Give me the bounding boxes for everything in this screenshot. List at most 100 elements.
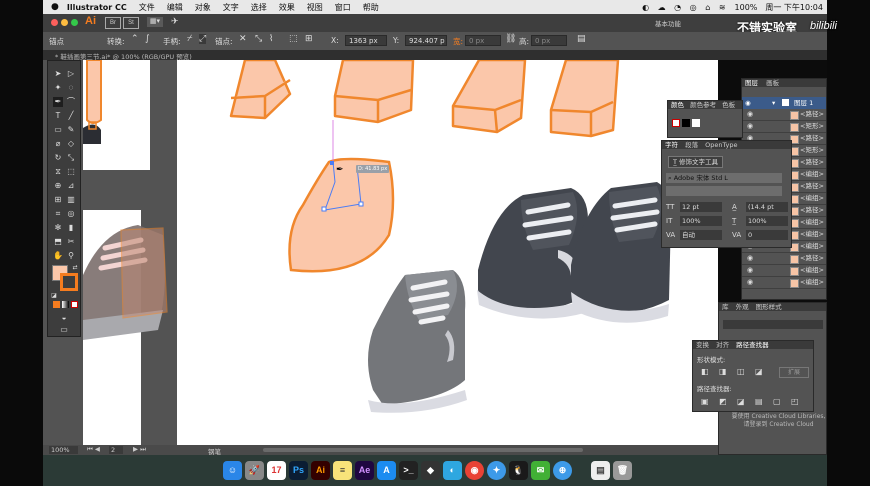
font-style-select[interactable] [666,186,782,196]
font-size-field[interactable]: 12 pt [680,202,722,212]
menu-view[interactable]: 视图 [307,2,323,13]
chrome-icon[interactable]: ◉ [465,461,484,480]
after-effects-icon[interactable]: Ae [355,461,374,480]
trim-icon[interactable]: ◩ [719,397,727,406]
h-field[interactable]: 0 px [531,35,567,46]
tab-appearance[interactable]: 外观 [736,303,749,311]
perspective-tool-icon[interactable]: ⊿ [66,181,76,191]
expand-button[interactable]: 扩展 [779,367,809,378]
unity-icon[interactable]: ◆ [421,461,440,480]
draw-mode-icon[interactable]: ◒ [59,313,69,323]
align-icon[interactable]: ⊞ [305,34,313,44]
horizontal-scrollbar[interactable] [263,448,583,452]
intersect-icon[interactable]: ◫ [737,367,745,376]
illustrator-icon[interactable]: Ai [311,461,330,480]
tab-layers[interactable]: 图层 [745,79,758,87]
cut-path-icon[interactable]: ⌇ [269,34,273,44]
eye-icon[interactable]: ◉ [745,253,755,263]
color-mode-icon[interactable] [53,301,60,308]
menu-effect[interactable]: 效果 [279,2,295,13]
unite-icon[interactable]: ◧ [701,367,709,376]
black-color-swatch[interactable] [682,119,690,127]
white-color-swatch[interactable] [692,119,700,127]
apple-icon[interactable]: ● [51,2,59,12]
outline-icon[interactable]: ▢ [773,397,781,406]
safari2-icon[interactable]: ⊕ [553,461,572,480]
width-tool-icon[interactable]: ⧖ [53,167,63,177]
menu-help[interactable]: 帮助 [363,2,379,13]
w-field[interactable]: 0 px [465,35,501,46]
menu-object[interactable]: 对象 [195,2,211,13]
minus-back-icon[interactable]: ◰ [791,397,799,406]
more-options-icon[interactable]: ▤ [577,34,586,44]
arrange-docs-icon[interactable]: ▦▾ [147,17,163,27]
tab-swatches[interactable]: 色板 [722,101,735,109]
qq-browser-icon[interactable]: ◐ [443,461,462,480]
slice-tool-icon[interactable]: ✂ [66,237,76,247]
tracking-field[interactable]: 0 [746,230,788,240]
stroke-swatch[interactable] [60,273,78,291]
notes-icon[interactable]: ≡ [333,461,352,480]
mesh-tool-icon[interactable]: ⊞ [53,195,63,205]
magic-wand-tool-icon[interactable]: ✦ [53,83,63,93]
safari-icon[interactable]: ✦ [487,461,506,480]
rotate-tool-icon[interactable]: ↻ [53,153,63,163]
bridge-icon[interactable]: Br [105,17,121,29]
terminal-icon[interactable]: >_ [399,461,418,480]
vertical-scale-field[interactable]: 100% [680,216,722,226]
convert-corner-icon[interactable]: ⌃ [131,34,139,44]
menu-type[interactable]: 文字 [223,2,239,13]
touch-type-button[interactable]: T̲ 修饰文字工具 [668,156,724,168]
horizontal-scale-field[interactable]: 100% [746,216,788,226]
stock-icon[interactable]: St [123,17,139,29]
x-field[interactable]: 1363 px [345,35,387,46]
selection-tool-icon[interactable]: ➤ [53,69,63,79]
y-field[interactable]: 924.407 p [405,35,447,46]
gradient-mode-icon[interactable] [62,301,69,308]
preview-icon[interactable]: ▤ [591,461,610,480]
tab-color-guide[interactable]: 颜色参考 [690,101,716,109]
gradient-tool-icon[interactable]: ▥ [66,195,76,205]
artboard-number[interactable]: 2 [109,446,124,454]
tab-color[interactable]: 颜色 [671,101,684,109]
line-tool-icon[interactable]: ╱ [66,111,76,121]
graph-tool-icon[interactable]: ▮ [66,223,76,233]
hand-tool-icon[interactable]: ✋ [53,251,63,261]
artboard-nav-next-icon[interactable]: ▶ ⏭ [133,445,146,454]
screen-mode-icon[interactable]: ▭ [59,325,69,335]
layer-row[interactable]: ◉ <路径> [742,253,826,265]
minus-front-icon[interactable]: ◨ [719,367,727,376]
layer-row[interactable]: ◉ <编组> [742,277,826,289]
launchpad-icon[interactable]: 🚀 [245,461,264,480]
eye-icon[interactable]: ◉ [745,109,755,119]
link-icon[interactable]: ⛓ [505,34,516,44]
finder-icon[interactable]: ☺ [223,461,242,480]
type-tool-icon[interactable]: T [53,111,63,121]
gpu-icon[interactable]: ✈ [171,16,179,27]
close-dot[interactable] [51,19,58,26]
pen-tool-icon[interactable]: ✒ [53,97,63,107]
connect-anchor-icon[interactable]: ⤡ [255,34,262,44]
app-menu[interactable]: Illustrator CC [67,3,127,12]
expand-icon[interactable]: ▾ [772,97,775,109]
kerning-field[interactable]: 自动 [680,230,722,240]
zoom-dot[interactable] [71,19,78,26]
eraser-tool-icon[interactable]: ◇ [66,139,76,149]
swap-colors-icon[interactable]: ⇄ [70,263,80,273]
curvature-tool-icon[interactable]: ⌒ [66,97,76,107]
tab-graphic-styles[interactable]: 图形样式 [756,303,782,311]
lasso-tool-icon[interactable]: ◌ [66,83,76,93]
app-store-icon[interactable]: A [377,461,396,480]
default-colors-icon[interactable]: ◪ [49,291,59,301]
wechat-icon[interactable]: ✉ [531,461,550,480]
none-mode-icon[interactable] [71,301,78,308]
symbol-sprayer-tool-icon[interactable]: ✻ [53,223,63,233]
shaper-tool-icon[interactable]: ⌀ [53,139,63,149]
minimize-dot[interactable] [61,19,68,26]
paintbrush-tool-icon[interactable]: ✎ [66,125,76,135]
free-transform-tool-icon[interactable]: ⬚ [66,167,76,177]
none-color-swatch[interactable] [672,119,680,127]
tab-paragraph[interactable]: 段落 [685,141,698,149]
handle-show-icon[interactable]: ⌿ [187,34,192,44]
zoom-select[interactable]: 100% [49,446,78,454]
